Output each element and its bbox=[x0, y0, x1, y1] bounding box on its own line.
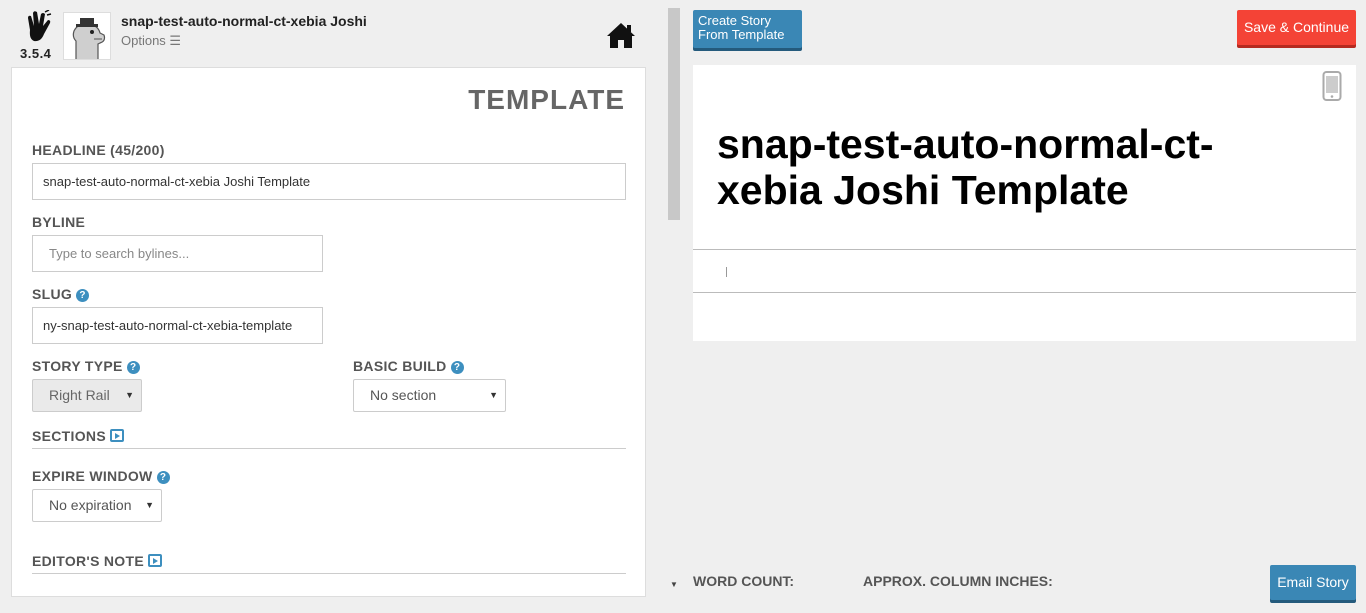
column-inches-label: APPROX. COLUMN INCHES: bbox=[863, 573, 1053, 589]
slug-label-text: SLUG bbox=[32, 286, 73, 302]
expire-window-value: No expiration bbox=[49, 497, 132, 513]
email-story-button[interactable]: Email Story bbox=[1270, 565, 1356, 600]
basic-build-label: BASIC BUILD? bbox=[353, 358, 464, 374]
story-type-value: Right Rail bbox=[49, 387, 110, 403]
story-type-label: STORY TYPE? bbox=[32, 358, 140, 374]
chevron-down-icon: ▼ bbox=[125, 390, 134, 400]
story-type-label-text: STORY TYPE bbox=[32, 358, 123, 374]
slug-input[interactable]: ny-snap-test-auto-normal-ct-xebia-templa… bbox=[32, 307, 323, 344]
divider bbox=[693, 292, 1356, 293]
expire-window-select[interactable]: No expiration ▼ bbox=[32, 489, 162, 522]
mobile-phone-icon[interactable] bbox=[1322, 71, 1342, 101]
avatar[interactable] bbox=[63, 12, 111, 60]
headline-label: HEADLINE (45/200) bbox=[32, 142, 165, 158]
expand-icon[interactable] bbox=[147, 554, 162, 567]
expire-window-label: EXPIRE WINDOW? bbox=[32, 468, 170, 484]
help-icon[interactable]: ? bbox=[76, 289, 90, 302]
word-count-label: WORD COUNT: bbox=[693, 573, 795, 589]
app-header: 3.5.4 snap-test-auto-normal-ct-xebia Jos… bbox=[0, 0, 660, 66]
slug-label: SLUG? bbox=[32, 286, 90, 302]
expire-window-label-text: EXPIRE WINDOW bbox=[32, 468, 153, 484]
panel-title: TEMPLATE bbox=[468, 84, 625, 115]
scrollbar-thumb[interactable] bbox=[668, 8, 680, 220]
divider bbox=[32, 573, 626, 574]
options-menu[interactable]: Options ☰ bbox=[121, 33, 181, 49]
headline-input[interactable]: snap-test-auto-normal-ct-xebia Joshi Tem… bbox=[32, 163, 626, 200]
editors-note-label[interactable]: EDITOR'S NOTE bbox=[32, 553, 162, 569]
byline-input[interactable]: Type to search bylines... bbox=[32, 235, 323, 272]
divider bbox=[693, 249, 1356, 250]
create-story-label-line1: Create Story bbox=[698, 13, 771, 28]
sections-label-text: SECTIONS bbox=[32, 428, 106, 444]
basic-build-select[interactable]: No section ▼ bbox=[353, 379, 506, 412]
divider bbox=[32, 448, 626, 449]
byline-label: BYLINE bbox=[32, 214, 86, 230]
chevron-down-icon: ▼ bbox=[489, 390, 498, 400]
help-icon[interactable]: ? bbox=[156, 471, 170, 484]
create-story-from-template-button[interactable]: Create Story From Template bbox=[693, 10, 802, 48]
story-type-select[interactable]: Right Rail ▼ bbox=[32, 379, 142, 412]
story-preview: snap-test-auto-normal-ct-xebia Joshi Tem… bbox=[693, 65, 1356, 341]
expand-icon[interactable] bbox=[109, 429, 124, 442]
text-cursor bbox=[726, 267, 727, 277]
basic-build-label-text: BASIC BUILD bbox=[353, 358, 447, 374]
user-name: snap-test-auto-normal-ct-xebia Joshi bbox=[121, 13, 367, 29]
app-version: 3.5.4 bbox=[20, 46, 52, 61]
template-form-panel: TEMPLATE HEADLINE (45/200) snap-test-aut… bbox=[11, 67, 646, 597]
editors-note-label-text: EDITOR'S NOTE bbox=[32, 553, 144, 569]
help-icon[interactable]: ? bbox=[126, 361, 140, 374]
create-story-label-line2: From Template bbox=[698, 27, 785, 42]
home-icon[interactable] bbox=[606, 21, 636, 49]
chevron-down-icon: ▼ bbox=[145, 500, 154, 510]
save-continue-button[interactable]: Save & Continue bbox=[1237, 10, 1356, 45]
sections-label[interactable]: SECTIONS bbox=[32, 428, 124, 444]
help-icon[interactable]: ? bbox=[450, 361, 464, 374]
preview-headline[interactable]: snap-test-auto-normal-ct-xebia Joshi Tem… bbox=[717, 121, 1297, 213]
scroll-down-icon[interactable]: ▼ bbox=[670, 580, 678, 589]
basic-build-value: No section bbox=[370, 387, 437, 403]
